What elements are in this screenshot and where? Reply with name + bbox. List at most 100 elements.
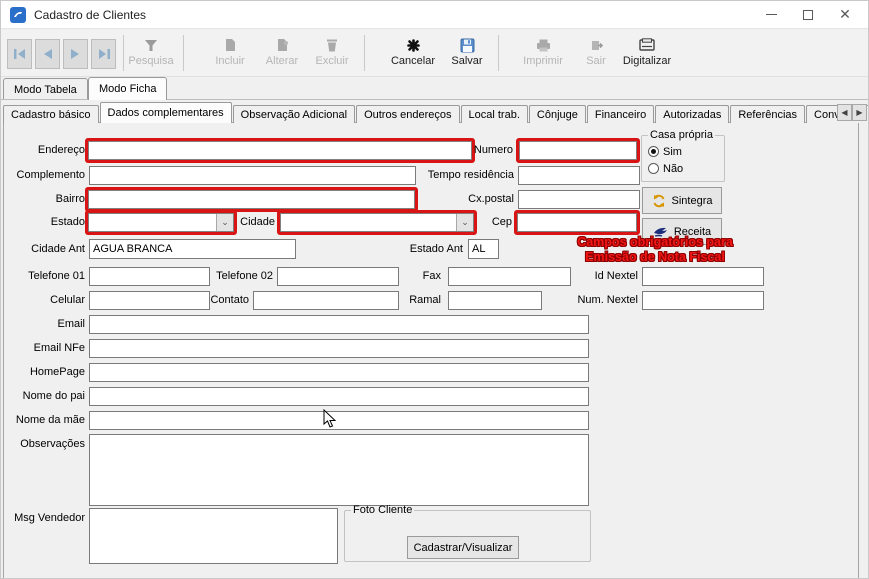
sintegra-button[interactable]: Sintegra xyxy=(642,187,722,214)
title-bar: Cadastro de Clientes ✕ xyxy=(1,1,868,29)
estado-ant-input[interactable] xyxy=(468,239,499,259)
nav-prev-icon xyxy=(43,49,52,59)
tab-scroll-left-button[interactable]: ◀ xyxy=(837,104,852,121)
app-icon xyxy=(10,7,26,23)
tab-observacao-adicional[interactable]: Observação Adicional xyxy=(233,105,355,123)
cep-required-highlight xyxy=(514,210,640,235)
cidade-ant-label: Cidade Ant xyxy=(1,243,85,255)
nav-last-icon xyxy=(98,49,110,59)
homepage-label: HomePage xyxy=(1,366,85,378)
tab-scroll-right-button[interactable]: ▶ xyxy=(852,104,867,121)
maximize-button[interactable] xyxy=(791,1,825,28)
tab-outros-enderecos[interactable]: Outros endereços xyxy=(356,105,459,123)
sync-arrows-icon xyxy=(652,194,666,208)
fax-input[interactable] xyxy=(448,267,571,286)
mode-tab-tabela[interactable]: Modo Tabela xyxy=(3,78,88,100)
toolbar-separator xyxy=(183,35,184,71)
numero-label: Numero xyxy=(433,144,513,156)
ramal-input[interactable] xyxy=(448,291,542,310)
telefone01-label: Telefone 01 xyxy=(1,270,85,282)
contato-label: Contato xyxy=(179,294,249,306)
foto-cliente-groupbox: Foto Cliente Cadastrar/Visualizar xyxy=(344,504,591,562)
alterar-button[interactable]: Alterar xyxy=(258,34,306,74)
app-window: Cadastro de Clientes ✕ Pesquisa xyxy=(0,0,869,579)
observacoes-label: Observações xyxy=(1,438,85,450)
cep-label: Cep xyxy=(452,216,512,228)
estado-combobox[interactable]: ⌄ xyxy=(88,213,234,232)
tab-conjuge[interactable]: Cônjuge xyxy=(529,105,586,123)
numero-required-highlight xyxy=(516,138,640,163)
nav-prev-button[interactable] xyxy=(35,39,60,69)
email-nfe-label: Email NFe xyxy=(1,342,85,354)
msg-vendedor-label: Msg Vendedor xyxy=(1,512,85,524)
nome-mae-label: Nome da mãe xyxy=(1,414,85,426)
trash-icon xyxy=(325,37,339,53)
cidade-ant-input[interactable] xyxy=(89,239,296,259)
complemento-label: Complemento xyxy=(1,169,85,181)
endereco-input[interactable] xyxy=(88,141,472,160)
num-nextel-input[interactable] xyxy=(642,291,764,310)
foto-cliente-legend: Foto Cliente xyxy=(351,504,414,516)
cep-input[interactable] xyxy=(517,213,637,232)
minimize-button[interactable] xyxy=(754,1,788,28)
cancelar-button[interactable]: Cancelar xyxy=(385,34,441,74)
imprimir-button[interactable]: Imprimir xyxy=(517,34,569,74)
tempo-residencia-input[interactable] xyxy=(518,166,640,185)
email-input[interactable] xyxy=(89,315,589,334)
required-fields-note: Campos obrigatórios para Emissão de Nota… xyxy=(549,235,761,265)
cidade-combobox[interactable]: ⌄ xyxy=(280,213,474,232)
tab-dados-complementares[interactable]: Dados complementares xyxy=(100,102,232,123)
filter-icon xyxy=(144,37,158,53)
email-label: Email xyxy=(1,318,85,330)
msg-vendedor-textarea[interactable] xyxy=(89,508,338,564)
complemento-input[interactable] xyxy=(89,166,416,185)
nav-last-button[interactable] xyxy=(91,39,116,69)
tab-referencias[interactable]: Referências xyxy=(730,105,805,123)
cx-postal-label: Cx.postal xyxy=(434,193,514,205)
pesquisa-button[interactable]: Pesquisa xyxy=(123,34,179,74)
observacoes-textarea[interactable] xyxy=(89,434,589,506)
bairro-required-highlight xyxy=(85,187,418,212)
radio-sim[interactable]: Sim xyxy=(648,143,718,160)
mode-tab-ficha[interactable]: Modo Ficha xyxy=(88,77,167,100)
telefone02-label: Telefone 02 xyxy=(193,270,273,282)
cx-postal-input[interactable] xyxy=(518,190,640,209)
excluir-button[interactable]: Excluir xyxy=(308,34,356,74)
sair-button[interactable]: Sair xyxy=(579,34,613,74)
id-nextel-input[interactable] xyxy=(642,267,764,286)
num-nextel-label: Num. Nextel xyxy=(548,294,638,306)
mouse-cursor-icon xyxy=(323,409,337,429)
nome-pai-input[interactable] xyxy=(89,387,589,406)
save-floppy-icon xyxy=(460,37,475,53)
endereco-label: Endereço xyxy=(1,144,85,156)
nome-pai-label: Nome do pai xyxy=(1,390,85,402)
close-button[interactable]: ✕ xyxy=(828,1,862,28)
tab-autorizadas[interactable]: Autorizadas xyxy=(655,105,729,123)
nav-first-button[interactable] xyxy=(7,39,32,69)
bairro-input[interactable] xyxy=(88,190,415,209)
endereco-required-highlight xyxy=(85,138,475,163)
nome-mae-input[interactable] xyxy=(89,411,589,430)
cadastrar-visualizar-button[interactable]: Cadastrar/Visualizar xyxy=(407,536,519,559)
radio-nao[interactable]: Não xyxy=(648,160,718,177)
exit-icon xyxy=(590,37,603,53)
email-nfe-input[interactable] xyxy=(89,339,589,358)
digitalizar-button[interactable]: Digitalizar xyxy=(618,34,676,74)
fax-label: Fax xyxy=(381,270,441,282)
nav-next-button[interactable] xyxy=(63,39,88,69)
casa-propria-groupbox: Casa própria Sim Não xyxy=(641,129,725,182)
numero-input[interactable] xyxy=(519,141,637,160)
toolbar-separator xyxy=(498,35,499,71)
tab-cadastro-basico[interactable]: Cadastro básico xyxy=(3,105,99,123)
scroll-left-icon: ◀ xyxy=(841,108,847,117)
tempo-residencia-label: Tempo residência xyxy=(414,169,514,181)
scanner-icon xyxy=(639,37,655,53)
homepage-input[interactable] xyxy=(89,363,589,382)
tab-financeiro[interactable]: Financeiro xyxy=(587,105,654,123)
edit-record-icon xyxy=(275,37,289,53)
salvar-button[interactable]: Salvar xyxy=(444,34,490,74)
incluir-button[interactable]: Incluir xyxy=(206,34,254,74)
tab-local-trab[interactable]: Local trab. xyxy=(461,105,528,123)
id-nextel-label: Id Nextel xyxy=(558,270,638,282)
telefone01-input[interactable] xyxy=(89,267,210,286)
